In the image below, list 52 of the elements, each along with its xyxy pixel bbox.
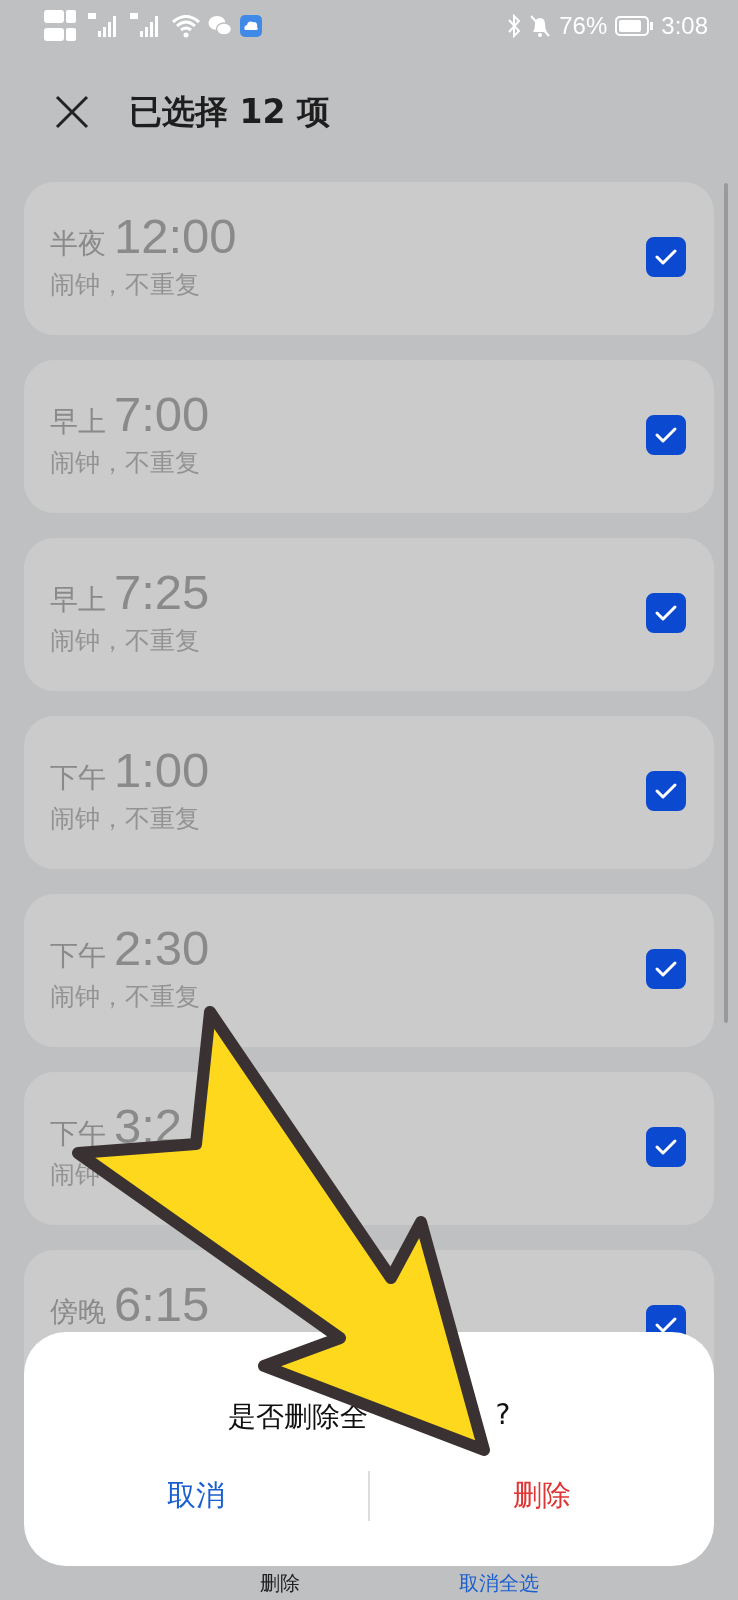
alarm-subtitle: 闹钟，不重复 [50, 447, 201, 479]
bottom-action[interactable]: 删除 [259, 1570, 300, 1597]
alarm-card[interactable]: 早上 7:25 闹钟，不重复 [24, 538, 714, 691]
alarm-time: 1:00 [114, 742, 210, 798]
alarm-card[interactable]: 下午 1:00 闹钟，不重复 [24, 716, 714, 869]
cloud-app-icon [240, 15, 262, 37]
page-title: 已选择 12 项 [129, 90, 330, 133]
dialog-message-end: ? [495, 1398, 511, 1433]
close-icon [55, 95, 89, 129]
chat-icon [208, 15, 232, 37]
alarm-period: 下午 [50, 760, 106, 796]
alarm-subtitle: 闹钟，不重复 [50, 625, 201, 657]
alarm-time: 7:00 [114, 386, 210, 442]
checkbox[interactable] [646, 593, 686, 633]
close-button[interactable] [55, 95, 89, 129]
check-icon [654, 426, 678, 444]
alarm-period: 半夜 [50, 226, 106, 262]
delete-button[interactable]: 删除 [370, 1466, 714, 1526]
alarm-card[interactable]: 早上 7:00 闹钟，不重复 [24, 360, 714, 513]
alarm-time: 2:30 [114, 920, 210, 976]
checkbox[interactable] [646, 1127, 686, 1167]
clock-time: 3:08 [661, 12, 708, 40]
bluetooth-icon [507, 14, 522, 38]
alarm-period: 下午 [50, 938, 106, 974]
alarm-subtitle: 闹钟，不重复 [50, 981, 201, 1013]
cancel-button[interactable]: 取消 [24, 1466, 368, 1526]
bell-off-icon [529, 14, 552, 38]
checkbox[interactable] [646, 415, 686, 455]
alarm-card[interactable]: 半夜 12:00 闹钟，不重复 [24, 182, 714, 335]
alarm-time: 12:00 [114, 208, 237, 264]
checkbox[interactable] [646, 237, 686, 277]
check-icon [654, 782, 678, 800]
check-icon [654, 248, 678, 266]
bottom-action[interactable]: 取消全选 [458, 1570, 539, 1597]
checkbox[interactable] [646, 949, 686, 989]
alarm-time: 7:25 [114, 564, 210, 620]
battery-icon [615, 16, 654, 36]
alarm-time: 6:15 [114, 1276, 210, 1332]
battery-percent: 76% [559, 12, 608, 40]
checkbox[interactable] [646, 771, 686, 811]
alarm-subtitle: 闹钟，不重复 [50, 803, 201, 835]
alarm-period: 早上 [50, 582, 106, 618]
check-icon [654, 604, 678, 622]
wifi-icon [172, 14, 200, 38]
check-icon [654, 960, 678, 978]
alarm-card[interactable]: 下午 2:30 闹钟，不重复 [24, 894, 714, 1047]
alarm-subtitle: 闹钟，不重复 [50, 269, 201, 301]
alarm-period: 傍晚 [50, 1294, 106, 1330]
alarm-period: 早上 [50, 404, 106, 440]
alarm-period: 下午 [50, 1116, 106, 1152]
check-icon [654, 1138, 678, 1156]
dialog-message: 是否删除全 [227, 1399, 368, 1435]
